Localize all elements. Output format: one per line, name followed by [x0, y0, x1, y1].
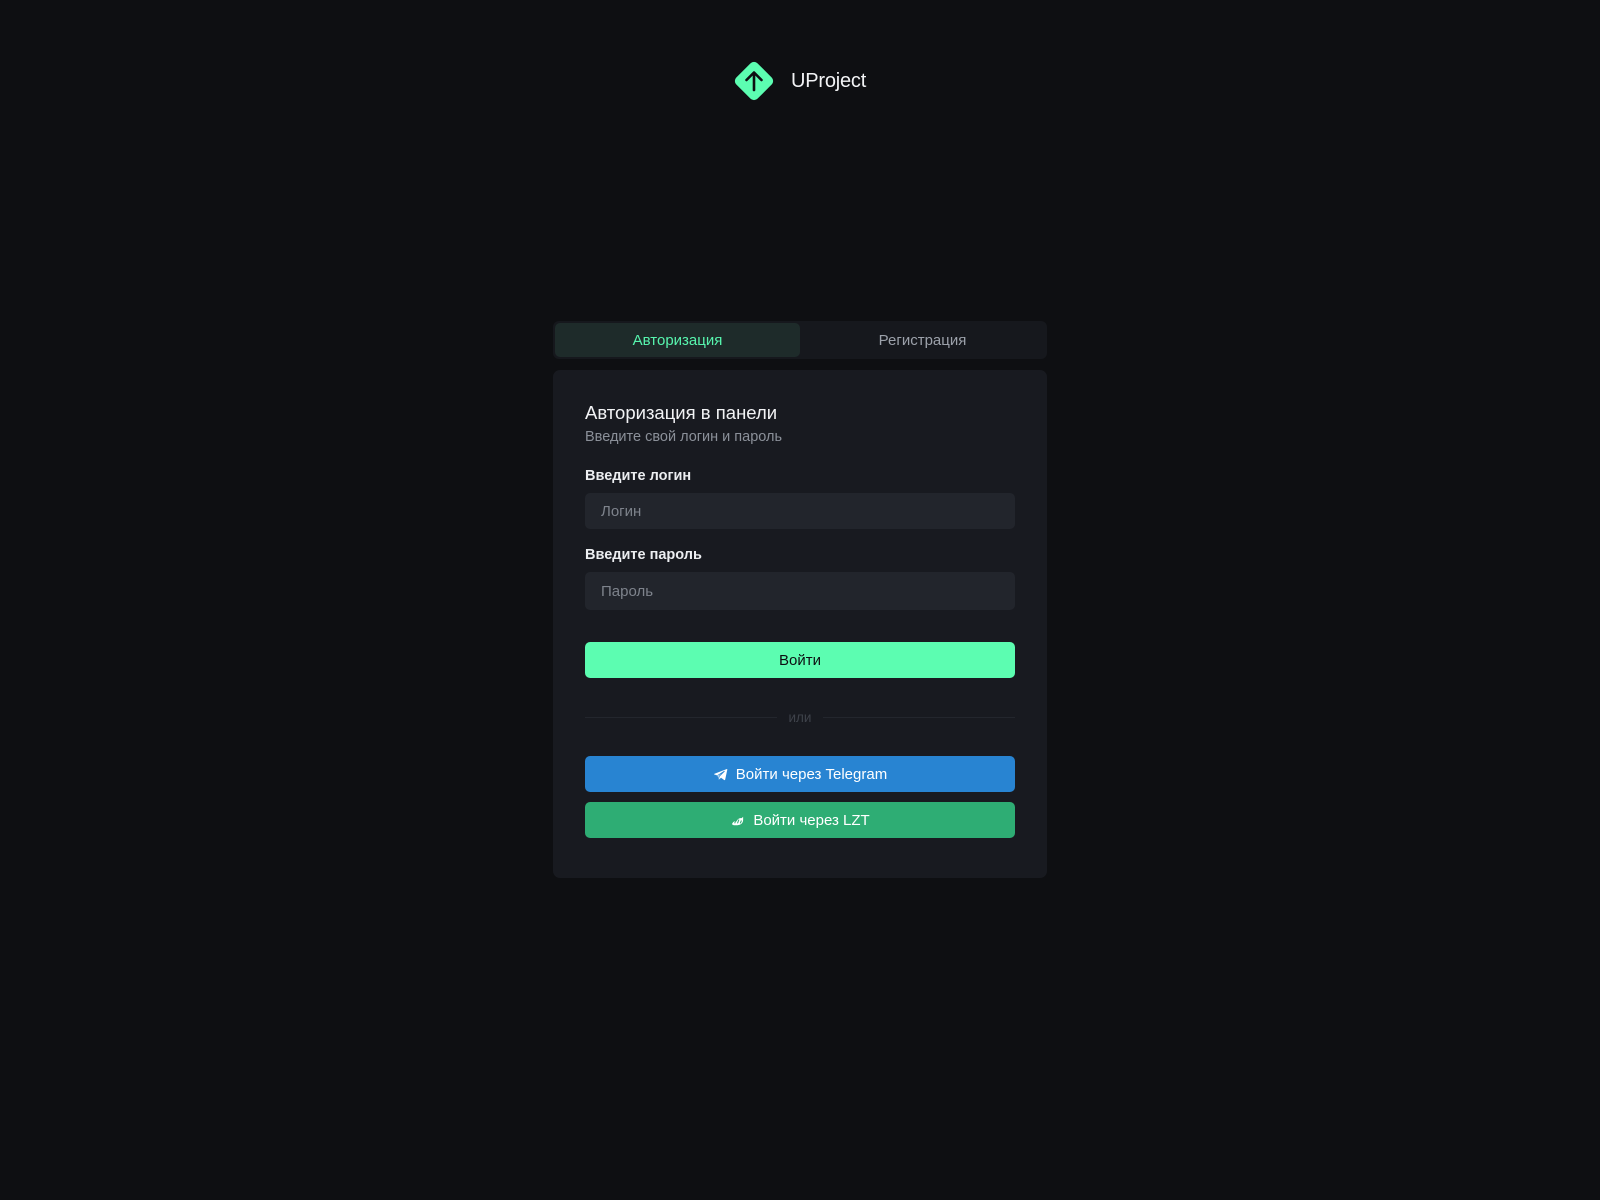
lzt-icon: [732, 816, 744, 825]
divider-text: или: [788, 709, 812, 725]
arrow-up-diamond-icon: [734, 61, 774, 101]
auth-tabs: Авторизация Регистрация: [553, 321, 1047, 359]
lzt-button-label: Войти через LZT: [753, 811, 870, 829]
card-subtitle: Введите свой логин и пароль: [585, 429, 783, 445]
divider-line-left: [585, 716, 777, 718]
login-button-label: Войти: [779, 651, 821, 669]
telegram-button-label: Войти через Telegram: [735, 765, 888, 783]
divider-line-right: [823, 716, 1015, 718]
lzt-login-button[interactable]: Войти через LZT: [585, 802, 1015, 838]
tab-authorization[interactable]: Авторизация: [555, 323, 800, 357]
tab-registration[interactable]: Регистрация: [800, 323, 1045, 357]
password-input[interactable]: [585, 572, 1015, 610]
password-label: Введите пароль: [585, 547, 702, 563]
login-button[interactable]: Войти: [585, 642, 1015, 678]
telegram-login-button[interactable]: Войти через Telegram: [585, 756, 1015, 792]
card-title: Авторизация в панели: [585, 402, 778, 423]
telegram-icon: [713, 768, 728, 780]
brand-name: UProject: [791, 69, 867, 92]
login-input[interactable]: [585, 493, 1015, 529]
or-divider: или: [585, 709, 1015, 725]
login-label: Введите логин: [585, 468, 692, 484]
brand-logo[interactable]: UProject: [731, 58, 866, 104]
login-card: Авторизация в панели Введите свой логин …: [553, 370, 1047, 878]
